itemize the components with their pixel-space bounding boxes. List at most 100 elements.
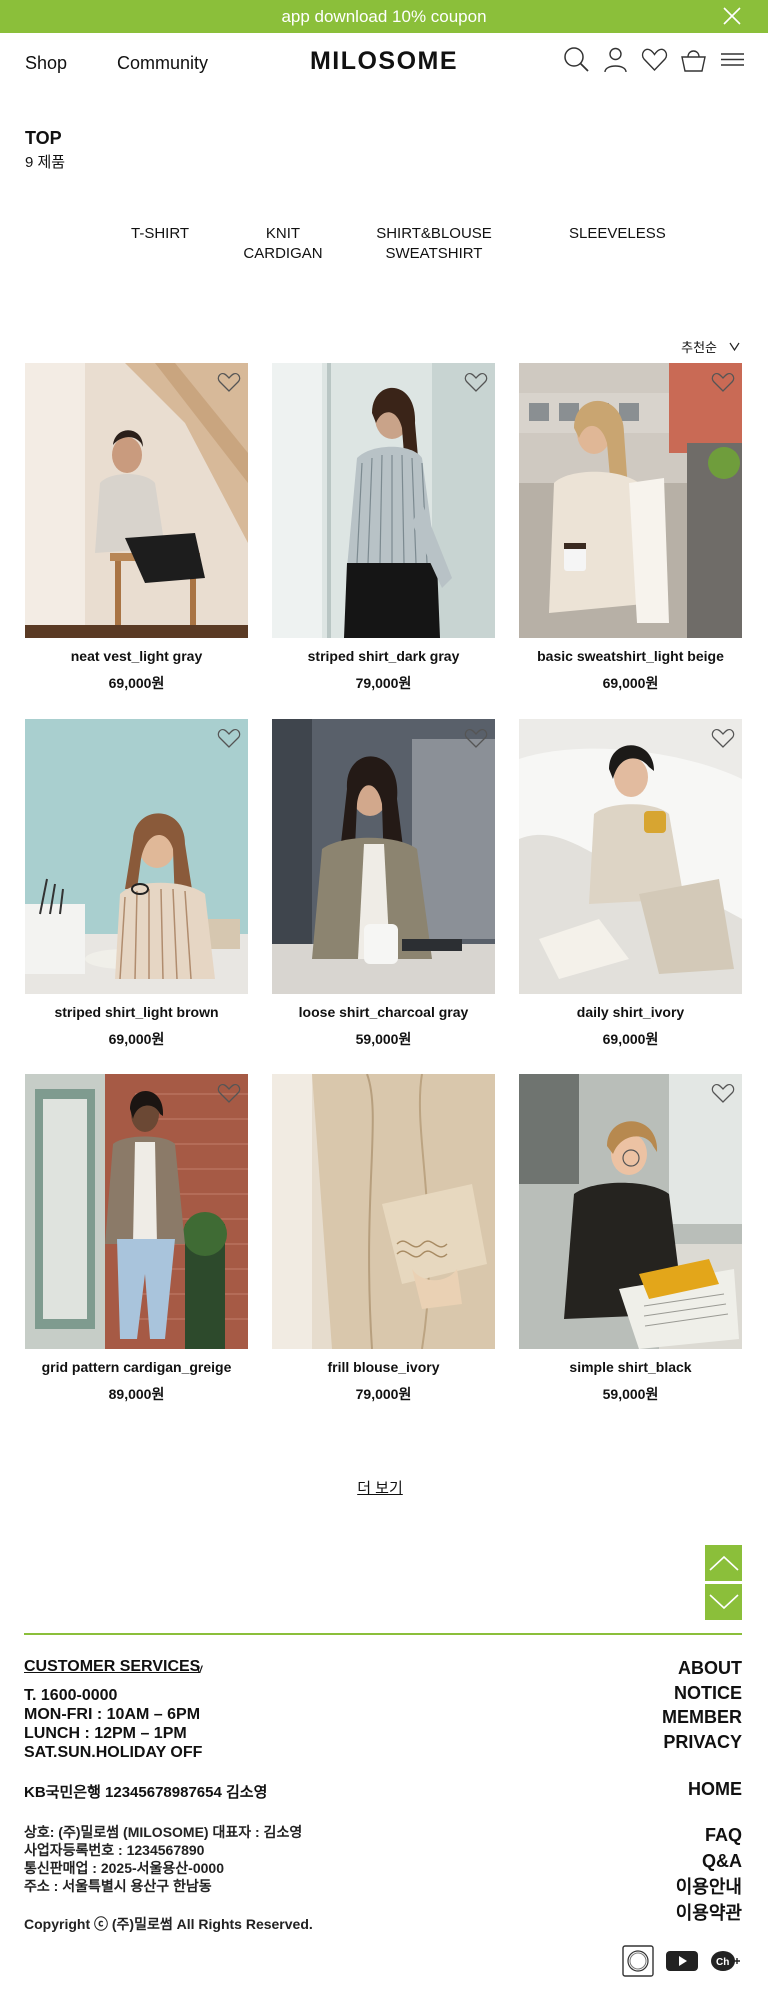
footer-link-home[interactable]: HOME [688,1777,742,1802]
product-name[interactable]: basic sweatshirt_light beige [519,648,742,664]
product-card[interactable]: frill blouse_ivory 79,000원 [272,1074,495,1404]
product-image[interactable] [272,1074,495,1349]
company-address: 주소 : 서울특별시 용산구 한남동 [24,1878,212,1894]
wishlist-heart-icon[interactable] [464,727,488,749]
business-info: 상호: (주)밀로썸 (MILOSOME) 대표자 : 김소영 사업자등록번호 … [24,1823,302,1895]
subcat-sweatshirt-label: SWEATSHIRT [385,245,483,262]
footer-link-notice[interactable]: NOTICE [662,1681,742,1706]
product-card[interactable]: grid pattern cardigan_greige 89,000원 [25,1074,248,1404]
chevron-down-icon [708,1594,739,1610]
category-title: TOP [25,128,62,148]
product-price: 89,000원 [108,1386,165,1402]
product-name[interactable]: neat vest_light gray [25,648,248,664]
business-reg-number: 사업자등록번호 : 1234567890 [24,1842,205,1858]
footer-link-faq[interactable]: FAQ [676,1822,742,1848]
sort-dropdown[interactable]: 추천순 [681,337,740,356]
product-image[interactable] [25,1074,248,1349]
product-card[interactable]: basic sweatshirt_light beige 69,000원 [519,363,742,693]
wishlist-heart-icon[interactable] [711,1082,735,1104]
subcat-knit-cardigan[interactable]: KNIT CARDIGAN [243,224,323,264]
product-card[interactable]: daily shirt_ivory 69,000원 [519,719,742,1049]
product-image[interactable] [519,719,742,994]
wishlist-heart-icon[interactable] [217,371,241,393]
menu-icon[interactable] [719,46,746,73]
product-price: 69,000원 [108,675,165,691]
cart-icon[interactable] [680,46,707,73]
product-name[interactable]: frill blouse_ivory [272,1359,495,1375]
scroll-bottom-button[interactable] [705,1584,742,1620]
subcat-knit-label: KNIT [265,225,301,242]
chevron-down-icon[interactable]: v [196,1660,203,1676]
footer-links-home: HOME [688,1777,742,1802]
cs-lunch: LUNCH : 12PM – 1PM [24,1725,187,1742]
wishlist-heart-icon[interactable] [464,371,488,393]
site-header: Shop Community MILOSOME [0,33,768,91]
user-icon[interactable] [602,46,629,73]
subcat-shirt-sweatshirt[interactable]: SHIRT&BLOUSE SWEATSHIRT [374,224,494,264]
heart-icon[interactable] [641,46,668,73]
product-image[interactable] [272,719,495,994]
product-price: 79,000원 [355,1386,412,1402]
mail-order-number: 통신판매업 : 2025-서울용산-0000 [24,1860,224,1876]
product-price: 79,000원 [355,675,412,691]
footer-divider [24,1633,742,1635]
social-links: Ch [622,1945,742,1977]
bank-account: KB국민은행 12345678987654 김소영 [24,1784,268,1801]
product-image[interactable] [519,1074,742,1349]
product-price: 69,000원 [108,1031,165,1047]
customer-services-info: T. 1600-0000 MON-FRI : 10AM – 6PM LUNCH … [24,1686,202,1762]
product-card[interactable]: neat vest_light gray 69,000원 [25,363,248,693]
load-more-link[interactable]: 더 보기 [0,1477,760,1498]
footer-links-help: FAQ Q&A 이용안내 이용약관 [676,1822,742,1926]
footer-link-member[interactable]: MEMBER [662,1705,742,1730]
product-card[interactable]: simple shirt_black 59,000원 [519,1074,742,1404]
subcat-cardigan-label: CARDIGAN [243,245,323,262]
instagram-icon[interactable] [622,1945,654,1977]
cs-hours: MON-FRI : 10AM – 6PM [24,1706,201,1723]
footer-link-terms[interactable]: 이용약관 [676,1900,742,1926]
footer-link-guide[interactable]: 이용안내 [676,1874,742,1900]
close-icon[interactable] [722,6,742,26]
product-image[interactable] [272,363,495,638]
product-card[interactable]: striped shirt_dark gray 79,000원 [272,363,495,693]
sort-label: 추천순 [681,340,717,355]
svg-text:Ch: Ch [716,1957,729,1968]
product-price: 59,000원 [602,1386,659,1402]
search-icon[interactable] [563,46,590,73]
wishlist-heart-icon[interactable] [711,727,735,749]
product-image[interactable] [25,363,248,638]
product-name[interactable]: loose shirt_charcoal gray [272,1004,495,1020]
subcat-tshirt[interactable]: T-SHIRT [131,224,189,244]
product-price: 69,000원 [602,1031,659,1047]
scroll-top-button[interactable] [705,1545,742,1581]
product-name[interactable]: striped shirt_light brown [25,1004,248,1020]
customer-services-toggle[interactable]: CUSTOMER SERVICES [24,1658,200,1676]
wishlist-heart-icon[interactable] [217,1082,241,1104]
product-price: 69,000원 [602,675,659,691]
product-name[interactable]: simple shirt_black [519,1359,742,1375]
subcategory-nav: T-SHIRT KNIT CARDIGAN SHIRT&BLOUSE SWEAT… [0,224,768,268]
wishlist-heart-icon[interactable] [711,371,735,393]
product-name[interactable]: grid pattern cardigan_greige [25,1359,248,1375]
product-card[interactable]: striped shirt_light brown 69,000원 [25,719,248,1049]
product-price: 59,000원 [355,1031,412,1047]
product-name[interactable]: daily shirt_ivory [519,1004,742,1020]
coupon-banner-text[interactable]: app download 10% coupon [281,7,486,27]
header-icons [563,46,746,73]
footer-link-qa[interactable]: Q&A [676,1848,742,1874]
cs-weekend: SAT.SUN.HOLIDAY OFF [24,1744,203,1761]
product-image[interactable] [519,363,742,638]
kakao-channel-icon[interactable]: Ch [710,1950,742,1972]
footer-links-main: ABOUT NOTICE MEMBER PRIVACY [662,1656,742,1754]
footer-link-privacy[interactable]: PRIVACY [662,1730,742,1755]
youtube-icon[interactable] [666,1950,698,1972]
product-name[interactable]: striped shirt_dark gray [272,648,495,664]
cs-phone: T. 1600-0000 [24,1687,118,1704]
coupon-banner[interactable]: app download 10% coupon [0,0,768,33]
wishlist-heart-icon[interactable] [217,727,241,749]
product-image[interactable] [25,719,248,994]
subcat-sleeveless[interactable]: SLEEVELESS [569,224,666,244]
footer-link-about[interactable]: ABOUT [662,1656,742,1681]
chevron-down-icon [729,342,740,351]
product-card[interactable]: loose shirt_charcoal gray 59,000원 [272,719,495,1049]
